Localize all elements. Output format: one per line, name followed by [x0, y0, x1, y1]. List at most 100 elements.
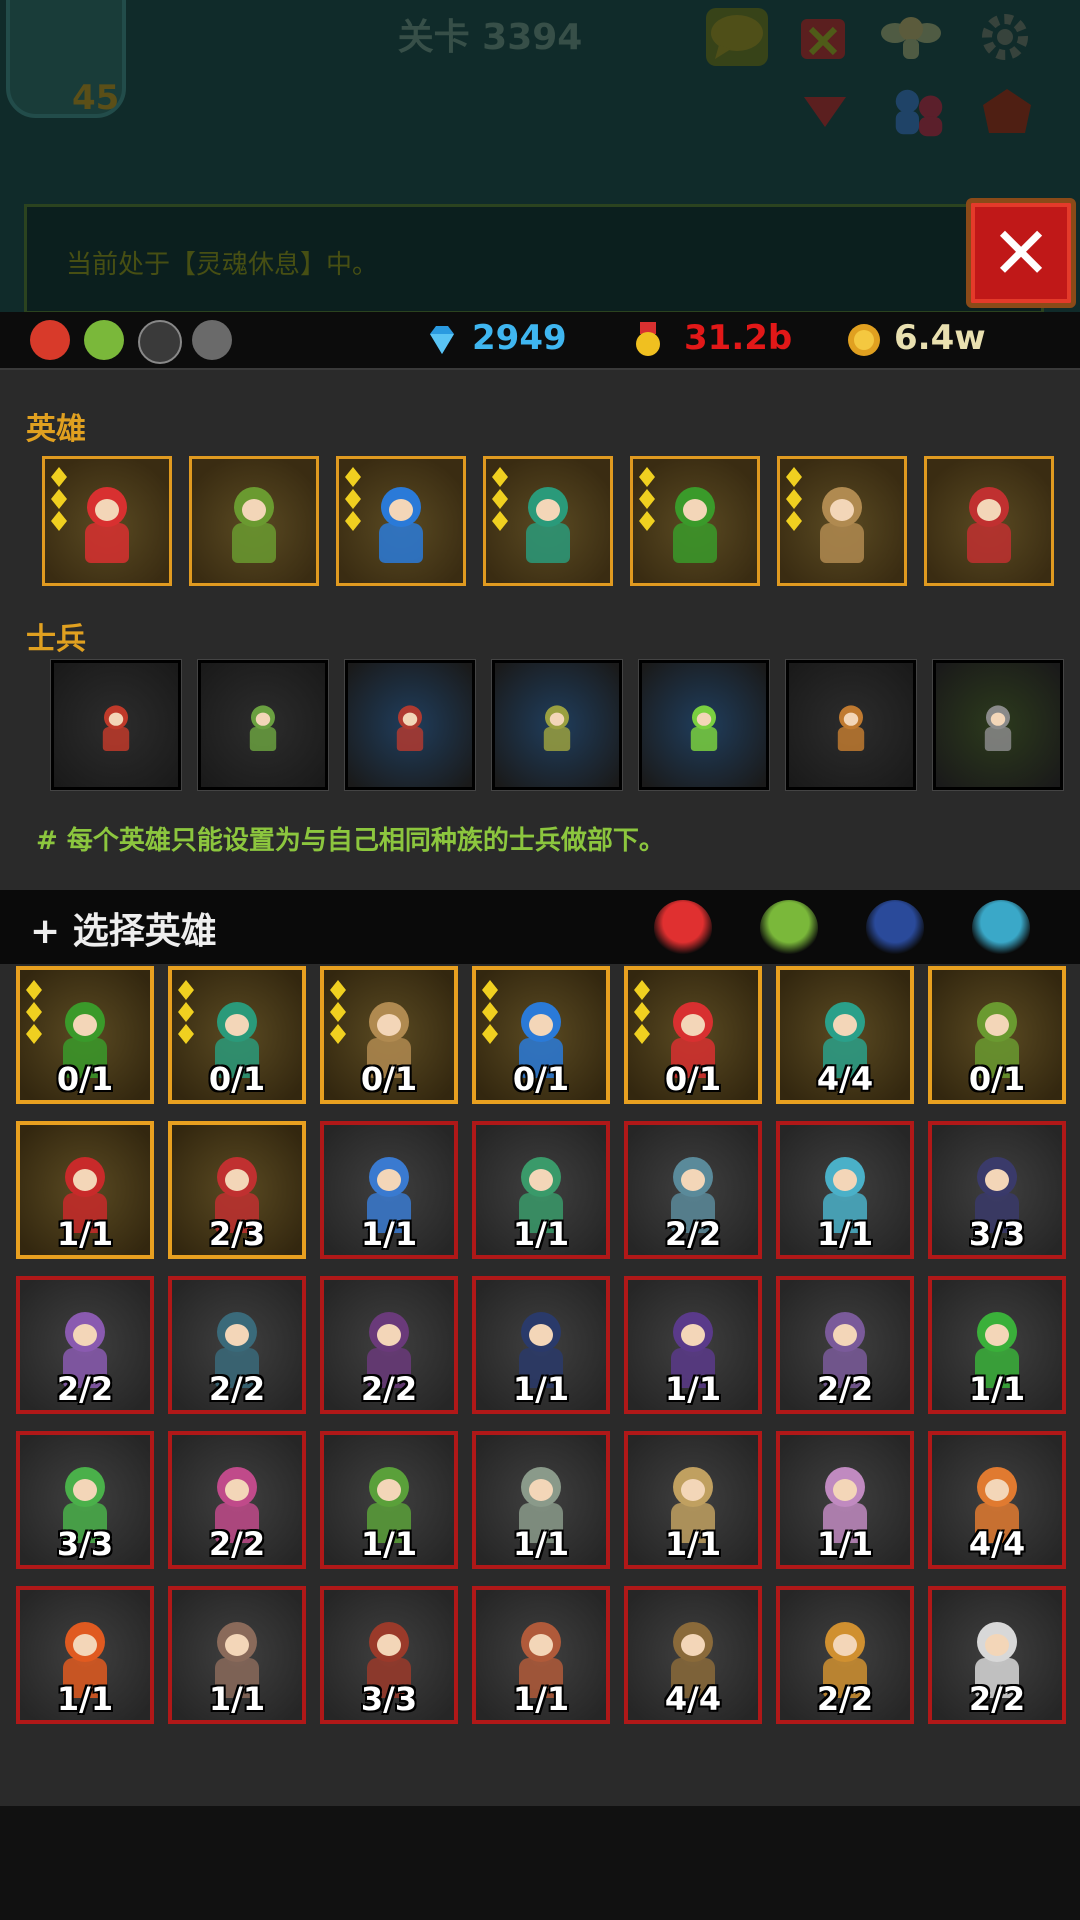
resource-bar: 2949 31.2b 6.4w [0, 312, 1080, 370]
gold-count: 6.4w [894, 318, 986, 358]
hero-count: 2/2 [816, 1370, 874, 1408]
hero-count: 2/2 [968, 1680, 1026, 1718]
hero-count: 3/3 [360, 1680, 418, 1718]
hero-card[interactable]: 3/3 [928, 1121, 1066, 1259]
party-hero-slot[interactable] [630, 456, 760, 586]
close-button[interactable]: ✕ [966, 198, 1076, 308]
hero-count: 2/2 [664, 1215, 722, 1253]
hero-card[interactable]: 3/3 [320, 1586, 458, 1724]
star-icon [51, 511, 67, 531]
soldier-axe-portrait [388, 702, 431, 752]
party-hero-slot[interactable] [42, 456, 172, 586]
hero-count: 2/2 [816, 1680, 874, 1718]
hero-count: 0/1 [512, 1060, 570, 1098]
hero-count: 4/4 [968, 1525, 1026, 1563]
hero-card[interactable]: 0/1 [168, 966, 306, 1104]
hero-card[interactable]: 4/4 [624, 1586, 762, 1724]
party-soldier-slot[interactable] [932, 659, 1064, 791]
star-icon [26, 980, 42, 1000]
rank-stars [178, 980, 196, 1046]
party-soldier-slot[interactable] [50, 659, 182, 791]
party-soldier-slot[interactable] [344, 659, 476, 791]
race-elf-icon [84, 320, 124, 360]
hero-card[interactable]: 0/1 [472, 966, 610, 1104]
party-hero-slot[interactable] [777, 456, 907, 586]
heroes-label: 英雄 [26, 412, 86, 447]
rank-stars [26, 980, 44, 1046]
filter-human-icon[interactable] [654, 900, 712, 956]
hero-red-healer-portrait [953, 481, 1025, 565]
battle-shield-icon [792, 8, 854, 66]
hero-card[interactable]: 2/2 [928, 1586, 1066, 1724]
hero-card[interactable]: 1/1 [928, 1276, 1066, 1414]
hero-card[interactable]: 0/1 [320, 966, 458, 1104]
filter-undead-icon[interactable] [866, 900, 924, 956]
hero-card[interactable]: 1/1 [472, 1586, 610, 1724]
friends-icon [888, 82, 950, 140]
party-soldier-slot[interactable] [638, 659, 770, 791]
party-soldier-slot[interactable] [785, 659, 917, 791]
hero-count: 2/2 [360, 1370, 418, 1408]
hero-green-griffin-portrait [512, 481, 584, 565]
hero-card[interactable]: 1/1 [776, 1121, 914, 1259]
rank-icon [976, 82, 1038, 140]
chat-icon [706, 8, 768, 66]
hero-card[interactable]: 2/3 [168, 1121, 306, 1259]
party-hero-slot[interactable] [924, 456, 1054, 586]
hero-card[interactable]: 1/1 [472, 1276, 610, 1414]
party-hero-slot[interactable] [336, 456, 466, 586]
party-hero-slot[interactable] [189, 456, 319, 586]
hero-count: 0/1 [664, 1060, 722, 1098]
hero-card[interactable]: 4/4 [776, 966, 914, 1104]
hero-card[interactable]: 1/1 [16, 1586, 154, 1724]
hero-card[interactable]: 3/3 [16, 1431, 154, 1569]
hero-card[interactable]: 2/2 [168, 1276, 306, 1414]
gold-coin-icon [848, 324, 880, 356]
hero-card[interactable]: 0/1 [928, 966, 1066, 1104]
hero-card[interactable]: 2/2 [776, 1276, 914, 1414]
hero-card[interactable]: 1/1 [472, 1121, 610, 1259]
hero-green-mage-portrait [659, 481, 731, 565]
hero-card[interactable]: 2/2 [320, 1276, 458, 1414]
hero-card[interactable]: 2/2 [16, 1276, 154, 1414]
soldier-bird-portrait [682, 702, 725, 752]
hero-card[interactable]: 2/2 [624, 1121, 762, 1259]
hero-card[interactable]: 0/1 [624, 966, 762, 1104]
party-soldier-slot[interactable] [491, 659, 623, 791]
dropdown-arrow-icon [794, 82, 856, 140]
rank-stars [492, 467, 510, 533]
hero-card[interactable]: 2/2 [168, 1431, 306, 1569]
bottom-bar [0, 1806, 1080, 1920]
hero-card[interactable]: 1/1 [624, 1276, 762, 1414]
star-icon [482, 1024, 498, 1044]
hero-card[interactable]: 1/1 [168, 1586, 306, 1724]
hero-count: 1/1 [56, 1215, 114, 1253]
hero-card[interactable]: 4/4 [928, 1431, 1066, 1569]
hero-card[interactable]: 1/1 [320, 1431, 458, 1569]
hero-card[interactable]: 1/1 [776, 1431, 914, 1569]
hero-card[interactable]: 0/1 [16, 966, 154, 1104]
hero-count: 4/4 [816, 1060, 874, 1098]
medal-icon [636, 322, 660, 356]
notice-text: 当前处于【灵魂休息】中。 [66, 250, 379, 280]
hero-card[interactable]: 1/1 [472, 1431, 610, 1569]
star-icon [178, 1002, 194, 1022]
hero-count: 1/1 [360, 1525, 418, 1563]
hero-count: 0/1 [968, 1060, 1026, 1098]
hero-card[interactable]: 1/1 [320, 1121, 458, 1259]
hero-card[interactable]: 1/1 [16, 1121, 154, 1259]
party-hero-slot[interactable] [483, 456, 613, 586]
filter-elf-icon[interactable] [760, 900, 818, 956]
filter-monster-icon[interactable] [972, 900, 1030, 956]
star-icon [786, 511, 802, 531]
star-icon [482, 1002, 498, 1022]
hero-count: 1/1 [664, 1525, 722, 1563]
race-human-icon [30, 320, 70, 360]
party-soldier-slot[interactable] [197, 659, 329, 791]
hero-card[interactable]: 2/2 [776, 1586, 914, 1724]
hero-count: 2/3 [208, 1215, 266, 1253]
hero-card[interactable]: 1/1 [624, 1431, 762, 1569]
hero-count: 0/1 [360, 1060, 418, 1098]
star-icon [492, 467, 508, 487]
select-hero-title[interactable]: + 选择英雄 [30, 902, 217, 954]
